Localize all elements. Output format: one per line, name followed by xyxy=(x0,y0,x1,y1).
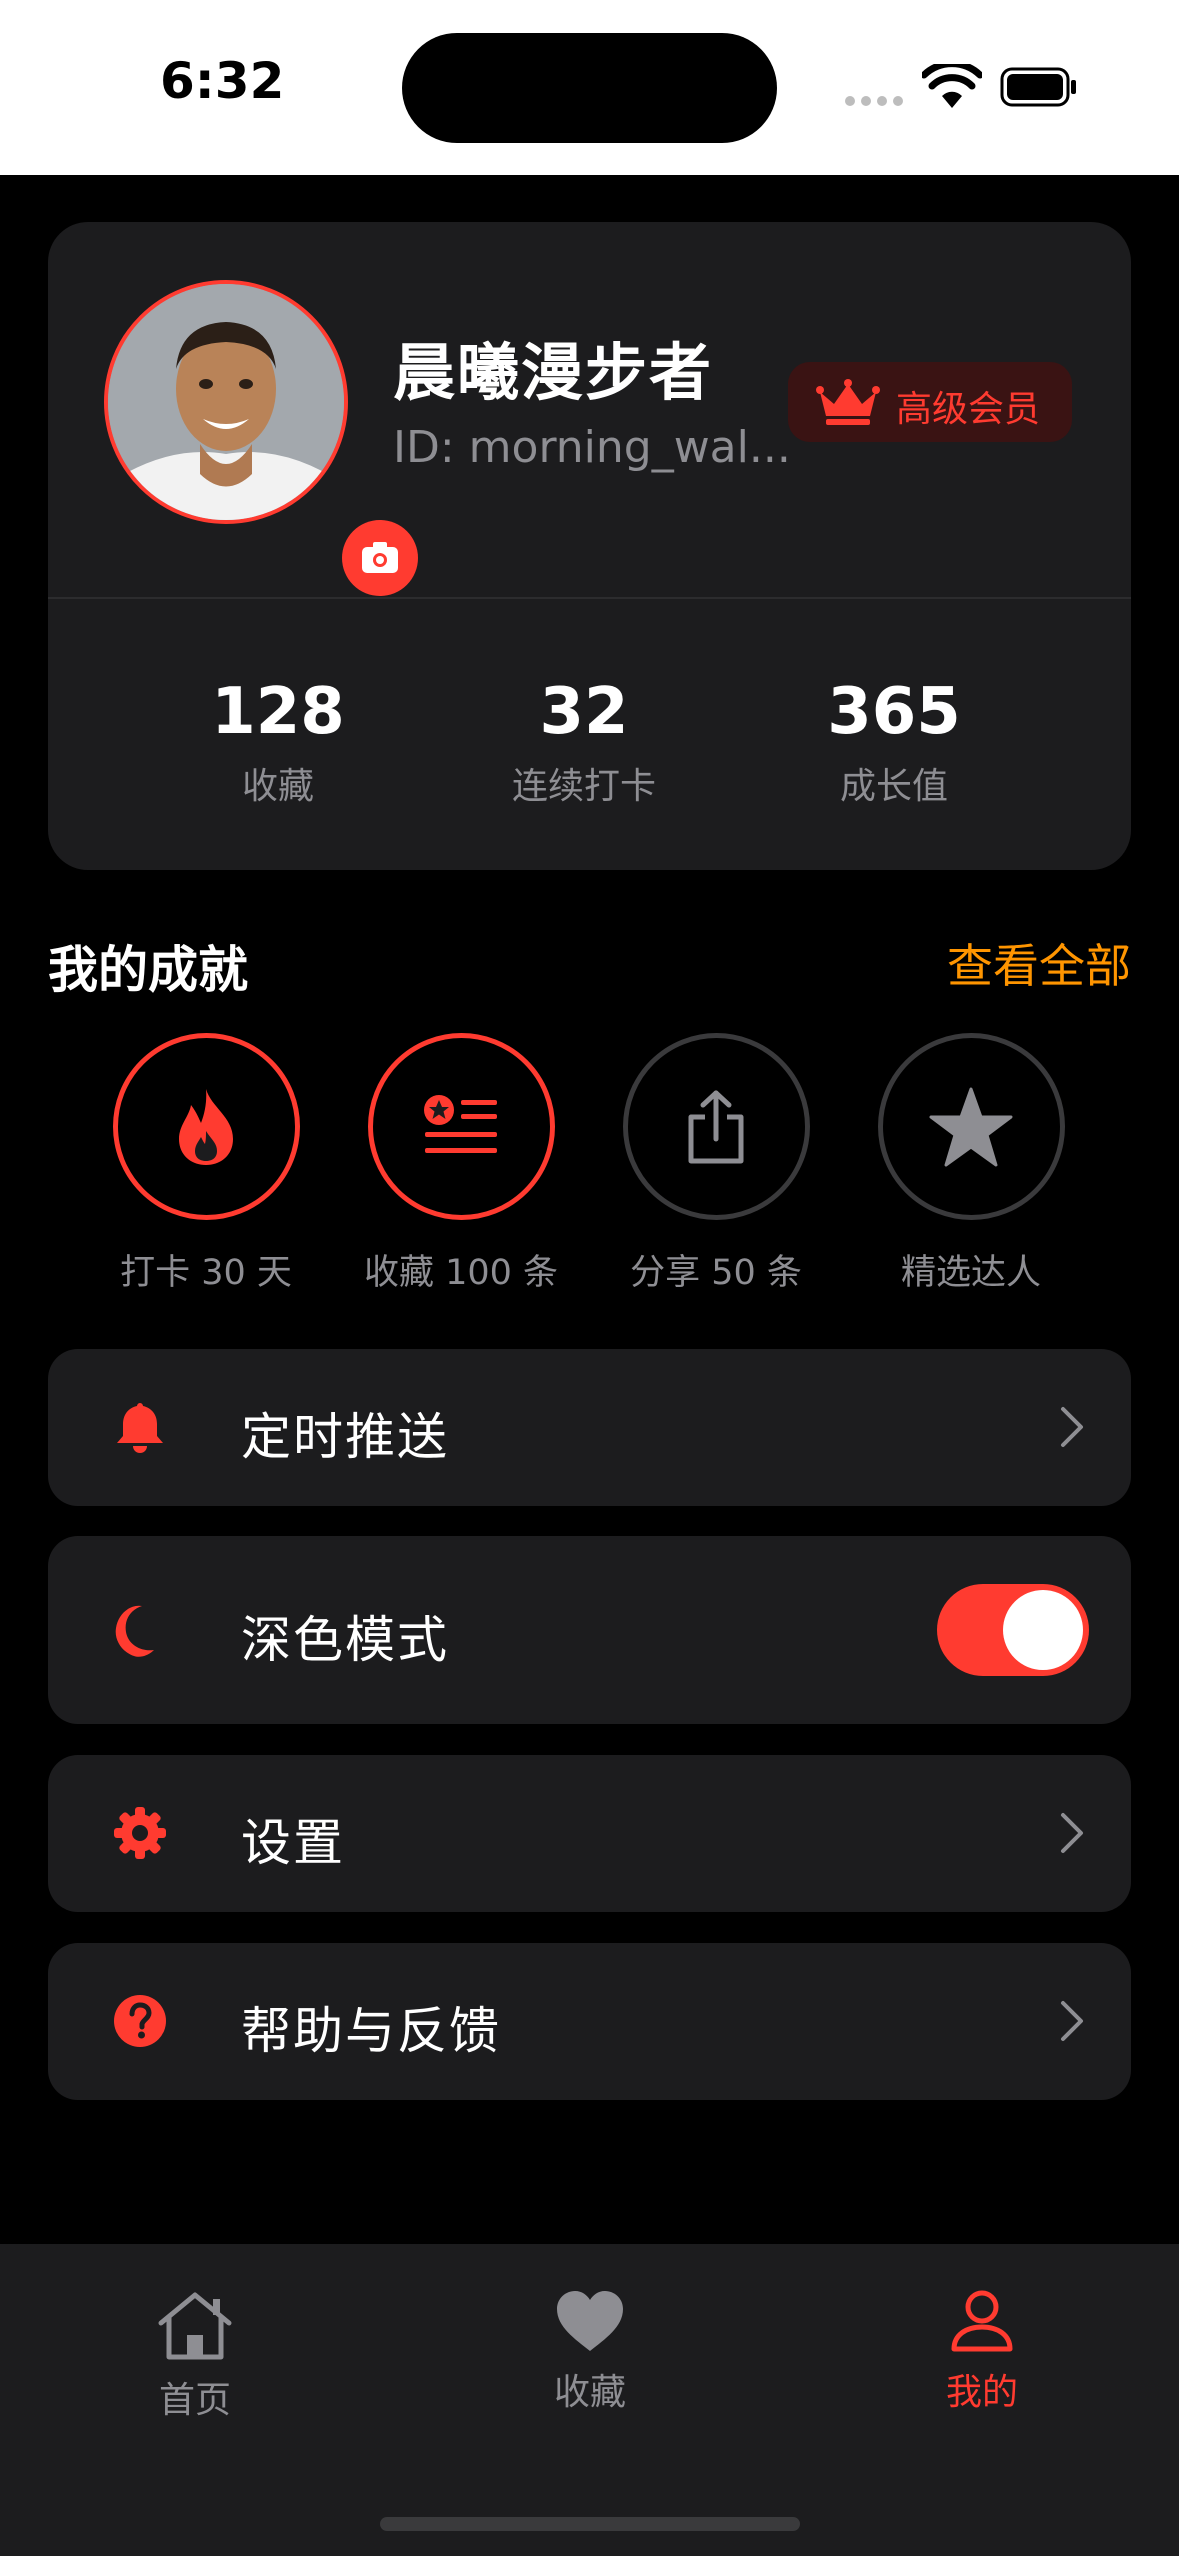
menu-scheduled-push[interactable]: 定时推送 xyxy=(48,1349,1131,1506)
cellular-signal-icon xyxy=(845,96,905,106)
heart-icon xyxy=(557,2291,623,2351)
stat-growth[interactable]: 365 成长值 xyxy=(774,672,1014,822)
battery-icon xyxy=(1000,67,1076,107)
achievement-featured[interactable]: 精选达人 xyxy=(851,1033,1091,1295)
achievement-share-50[interactable]: 分享 50 条 xyxy=(596,1033,836,1295)
divider xyxy=(48,597,1131,599)
menu-label: 帮助与反馈 xyxy=(241,2002,501,2060)
menu-label: 设置 xyxy=(241,1814,345,1872)
chevron-right-icon xyxy=(1061,2001,1083,2041)
status-time: 6:32 xyxy=(160,52,285,110)
home-indicator xyxy=(380,2517,800,2531)
dark-mode-toggle[interactable] xyxy=(937,1584,1089,1676)
wifi-icon xyxy=(922,64,982,108)
user-id: ID: morning_wal... xyxy=(393,422,791,473)
tab-label: 首页 xyxy=(158,2380,231,2421)
achievement-label: 分享 50 条 xyxy=(630,1253,802,1293)
stat-favorites[interactable]: 128 收藏 xyxy=(158,672,398,822)
status-bar: 6:32 xyxy=(0,0,1179,175)
menu-label: 定时推送 xyxy=(241,1408,449,1466)
tab-home[interactable]: 首页 xyxy=(95,2289,295,2423)
menu-label: 深色模式 xyxy=(241,1611,449,1669)
tab-profile[interactable]: 我的 xyxy=(882,2289,1082,2415)
achievement-checkin-30[interactable]: 打卡 30 天 xyxy=(86,1033,326,1295)
vip-label: 高级会员 xyxy=(896,389,1041,430)
change-avatar-button[interactable] xyxy=(342,520,418,596)
moon-icon xyxy=(115,1605,154,1657)
menu-settings[interactable]: 设置 xyxy=(48,1755,1131,1912)
flame-icon xyxy=(179,1088,233,1165)
achievement-collect-100[interactable]: 收藏 100 条 xyxy=(341,1033,581,1295)
tab-bar: 首页 收藏 我的 xyxy=(0,2244,1179,2556)
share-icon xyxy=(688,1090,744,1163)
camera-icon xyxy=(362,542,398,573)
achievement-label: 打卡 30 天 xyxy=(120,1253,292,1293)
username: 晨曦漫步者 xyxy=(393,336,714,409)
bell-icon xyxy=(117,1403,163,1453)
stat-label: 收藏 xyxy=(241,766,314,807)
stat-streak[interactable]: 32 连续打卡 xyxy=(464,672,704,822)
tab-label: 我的 xyxy=(945,2372,1018,2413)
menu-dark-mode[interactable]: 深色模式 xyxy=(48,1536,1131,1724)
gear-icon xyxy=(114,1807,166,1859)
stat-value: 128 xyxy=(211,675,345,749)
toggle-knob xyxy=(1003,1590,1083,1670)
question-icon xyxy=(114,1995,166,2047)
star-icon xyxy=(929,1087,1013,1166)
starred-list-icon xyxy=(424,1094,497,1153)
view-all-link[interactable]: 查看全部 xyxy=(947,930,1131,996)
dynamic-island xyxy=(402,33,777,143)
chevron-right-icon xyxy=(1061,1813,1083,1853)
chevron-right-icon xyxy=(1061,1407,1083,1447)
tab-favorites[interactable]: 收藏 xyxy=(490,2289,690,2415)
profile-card: 晨曦漫步者 ID: morning_wal... 高级会员 128 收藏 32 … xyxy=(48,222,1131,870)
person-icon xyxy=(951,2290,1013,2352)
crown-icon xyxy=(816,379,880,425)
achievement-label: 收藏 100 条 xyxy=(363,1253,559,1293)
stat-value: 32 xyxy=(539,675,629,749)
stat-label: 连续打卡 xyxy=(511,766,656,807)
tab-label: 收藏 xyxy=(553,2372,626,2413)
stat-value: 365 xyxy=(827,675,961,749)
avatar[interactable] xyxy=(104,280,418,596)
stat-label: 成长值 xyxy=(839,766,948,807)
home-icon xyxy=(158,2292,232,2360)
avatar-photo xyxy=(108,284,344,520)
menu-help-feedback[interactable]: 帮助与反馈 xyxy=(48,1943,1131,2100)
vip-badge[interactable]: 高级会员 xyxy=(788,362,1072,442)
achievement-label: 精选达人 xyxy=(900,1253,1041,1293)
achievements-title: 我的成就 xyxy=(48,941,248,999)
